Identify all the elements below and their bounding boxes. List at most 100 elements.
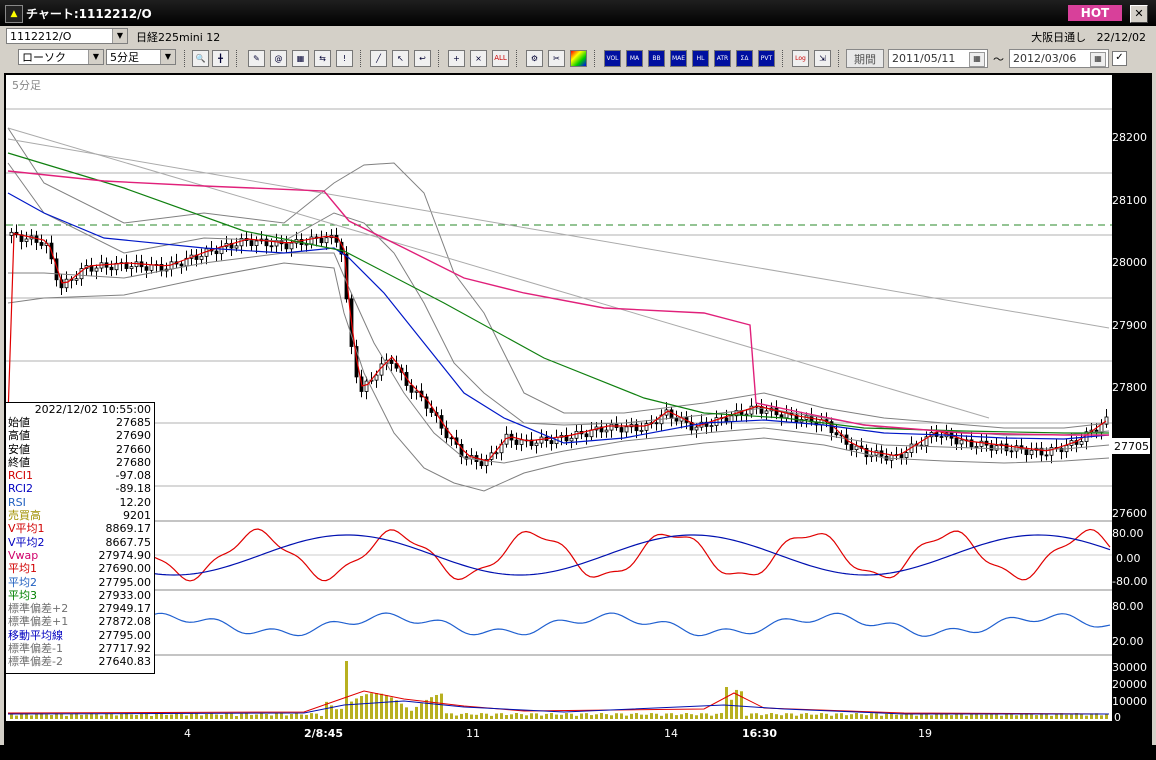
volume-bar: [995, 713, 998, 719]
hl-indicator-button[interactable]: HL: [692, 50, 709, 67]
rci-tick-label: -80.00: [1112, 575, 1147, 588]
chart-background: [6, 75, 1112, 721]
compare-icon[interactable]: ⇆: [314, 50, 331, 67]
volume-bar: [785, 713, 788, 719]
volume-bar: [105, 713, 108, 719]
all-icon[interactable]: ALL: [492, 50, 509, 67]
volume-bar: [135, 714, 138, 719]
log-scale-button[interactable]: Log: [792, 50, 809, 67]
bb-indicator-button[interactable]: BB: [648, 50, 665, 67]
volume-bar: [585, 713, 588, 719]
volume-bar: [935, 714, 938, 719]
volume-bar: [900, 714, 903, 719]
candle-body: [939, 436, 944, 438]
chart-area[interactable]: 5分足 28200 28100 28000 27900 27800 27600 …: [4, 73, 1152, 745]
candle-body: [214, 250, 219, 255]
note-icon[interactable]: !: [336, 50, 353, 67]
settings-icon[interactable]: ⚙: [526, 50, 543, 67]
volume-bar: [460, 713, 463, 719]
candle-body: [1009, 450, 1014, 453]
candle-body: [729, 415, 734, 423]
zoom-icon[interactable]: 🔍: [192, 50, 209, 67]
data-window-value: 27933.00: [98, 588, 152, 602]
candle-body: [744, 413, 749, 416]
data-window-row: 平均1 27690.00: [6, 562, 154, 575]
chart-type-select[interactable]: ローソク ▼: [18, 49, 104, 65]
volume-bar: [440, 693, 443, 719]
candle-body: [764, 410, 769, 414]
export-icon[interactable]: ⇲: [814, 50, 831, 67]
volume-bar: [15, 715, 18, 719]
rci-tick-label: 0.00: [1116, 552, 1141, 565]
pvt-indicator-button[interactable]: PVT: [758, 50, 775, 67]
toolbar-separator: [360, 50, 363, 67]
data-window: 2022/12/02 10:55:00 始値 27685 高値 27690 安値 2766…: [5, 402, 155, 674]
date-to-field[interactable]: 2012/03/06 ▦: [1009, 49, 1109, 68]
candle-body: [249, 240, 254, 246]
tools-icon[interactable]: ✂: [548, 50, 565, 67]
candle-body: [624, 426, 629, 433]
trendline-icon[interactable]: ╱: [370, 50, 387, 67]
candle-body: [709, 425, 714, 427]
data-window-row: 売買高 9201: [6, 509, 154, 522]
data-window-value: 27680: [116, 455, 151, 469]
volume-bar: [235, 715, 238, 719]
volume-bar: [505, 715, 508, 719]
timeframe-select[interactable]: 5分足 ▼: [106, 49, 176, 65]
crosshair-icon[interactable]: ╋: [212, 50, 229, 67]
data-window-row: V平均1 8869.17: [6, 522, 154, 535]
volume-bar: [715, 713, 718, 719]
volume-bar: [120, 714, 123, 719]
candle-body: [319, 237, 324, 244]
text-icon[interactable]: @: [270, 50, 287, 67]
grid-icon[interactable]: ▦: [292, 50, 309, 67]
date-from-field[interactable]: 2011/05/11 ▦: [888, 49, 988, 68]
ma-indicator-button[interactable]: MA: [626, 50, 643, 67]
candle-body: [479, 461, 484, 467]
volume-bar: [730, 699, 733, 719]
atr-indicator-button[interactable]: ATR: [714, 50, 731, 67]
volume-bar: [805, 713, 808, 719]
rci-tick-label: 80.00: [1112, 527, 1144, 540]
volume-bar: [455, 715, 458, 719]
calendar-icon[interactable]: ▦: [1090, 52, 1106, 67]
close-button[interactable]: ✕: [1130, 5, 1148, 23]
volume-bar: [380, 693, 383, 719]
data-window-value: 27872.08: [98, 615, 152, 629]
calendar-icon[interactable]: ▦: [969, 52, 985, 67]
candle-body: [549, 440, 554, 445]
volume-bar: [665, 713, 668, 719]
data-window-label: Vwap: [8, 548, 39, 562]
undo-icon[interactable]: ↩: [414, 50, 431, 67]
period-button[interactable]: 期間: [846, 49, 884, 68]
hot-button[interactable]: HOT: [1068, 5, 1122, 21]
mae-indicator-button[interactable]: MAE: [670, 50, 687, 67]
draw-icon[interactable]: ✎: [248, 50, 265, 67]
data-window-value: 27640.83: [98, 655, 152, 669]
candle-body: [1029, 449, 1034, 456]
volume-indicator-button[interactable]: VOL: [604, 50, 621, 67]
volume-bar: [690, 714, 693, 719]
volume-bar: [575, 715, 578, 719]
cursor-icon[interactable]: ↖: [392, 50, 409, 67]
remove-icon[interactable]: ×: [470, 50, 487, 67]
candle-body: [619, 427, 624, 433]
volume-bar: [1020, 714, 1023, 719]
symbol-select[interactable]: 1112212/O ▼: [6, 28, 128, 44]
sigma-indicator-button[interactable]: ΣΔ: [736, 50, 753, 67]
volume-bar: [560, 714, 563, 719]
color-icon[interactable]: [570, 50, 587, 67]
volume-bar: [755, 713, 758, 719]
candlestick-chart[interactable]: 5分足 28200 28100 28000 27900 27800 27600 …: [4, 73, 1152, 745]
volume-bar: [655, 713, 658, 719]
volume-bar: [635, 713, 638, 719]
volume-bar: [1085, 715, 1088, 719]
add-icon[interactable]: +: [448, 50, 465, 67]
volume-bar: [150, 715, 153, 719]
volume-bar: [400, 703, 403, 719]
candle-body: [324, 237, 329, 244]
data-window-label: 標準偏差+2: [8, 602, 69, 616]
volume-bar: [535, 713, 538, 719]
apply-checkbox[interactable]: ✓: [1112, 51, 1127, 66]
volume-bar: [65, 715, 68, 719]
